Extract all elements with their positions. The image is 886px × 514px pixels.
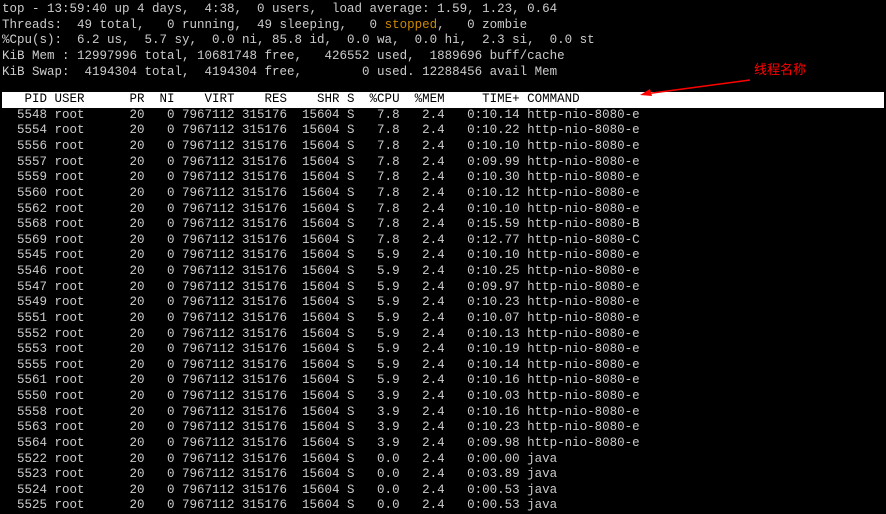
process-row[interactable]: 5554 root 20 0 7967112 315176 15604 S 7.… bbox=[2, 123, 884, 139]
stopped-label: stopped bbox=[385, 18, 438, 32]
process-row[interactable]: 5563 root 20 0 7967112 315176 15604 S 3.… bbox=[2, 420, 884, 436]
process-row[interactable]: 5545 root 20 0 7967112 315176 15604 S 5.… bbox=[2, 248, 884, 264]
process-row[interactable]: 5559 root 20 0 7967112 315176 15604 S 7.… bbox=[2, 170, 884, 186]
process-row[interactable]: 5551 root 20 0 7967112 315176 15604 S 5.… bbox=[2, 311, 884, 327]
process-table-body: 5548 root 20 0 7967112 315176 15604 S 7.… bbox=[2, 108, 884, 514]
threads-line: Threads: 49 total, 0 running, 49 sleepin… bbox=[2, 18, 884, 34]
process-row[interactable]: 5558 root 20 0 7967112 315176 15604 S 3.… bbox=[2, 405, 884, 421]
process-row[interactable]: 5549 root 20 0 7967112 315176 15604 S 5.… bbox=[2, 295, 884, 311]
mem-line: KiB Mem : 12997996 total, 10681748 free,… bbox=[2, 49, 884, 65]
process-row[interactable]: 5562 root 20 0 7967112 315176 15604 S 7.… bbox=[2, 202, 884, 218]
process-row[interactable]: 5525 root 20 0 7967112 315176 15604 S 0.… bbox=[2, 498, 884, 514]
swap-line: KiB Swap: 4194304 total, 4194304 free, 0… bbox=[2, 65, 884, 81]
process-row[interactable]: 5523 root 20 0 7967112 315176 15604 S 0.… bbox=[2, 467, 884, 483]
process-row[interactable]: 5556 root 20 0 7967112 315176 15604 S 7.… bbox=[2, 139, 884, 155]
process-row[interactable]: 5552 root 20 0 7967112 315176 15604 S 5.… bbox=[2, 327, 884, 343]
process-row[interactable]: 5560 root 20 0 7967112 315176 15604 S 7.… bbox=[2, 186, 884, 202]
process-row[interactable]: 5522 root 20 0 7967112 315176 15604 S 0.… bbox=[2, 452, 884, 468]
process-row[interactable]: 5564 root 20 0 7967112 315176 15604 S 3.… bbox=[2, 436, 884, 452]
top-summary-line: top - 13:59:40 up 4 days, 4:38, 0 users,… bbox=[2, 2, 884, 18]
process-row[interactable]: 5557 root 20 0 7967112 315176 15604 S 7.… bbox=[2, 155, 884, 171]
process-row[interactable]: 5553 root 20 0 7967112 315176 15604 S 5.… bbox=[2, 342, 884, 358]
process-row[interactable]: 5561 root 20 0 7967112 315176 15604 S 5.… bbox=[2, 373, 884, 389]
process-row[interactable]: 5568 root 20 0 7967112 315176 15604 S 7.… bbox=[2, 217, 884, 233]
column-header-row[interactable]: PID USER PR NI VIRT RES SHR S %CPU %MEM … bbox=[2, 92, 884, 108]
annotation-label: 线程名称 bbox=[754, 62, 806, 78]
process-row[interactable]: 5524 root 20 0 7967112 315176 15604 S 0.… bbox=[2, 483, 884, 499]
process-row[interactable]: 5550 root 20 0 7967112 315176 15604 S 3.… bbox=[2, 389, 884, 405]
process-row[interactable]: 5546 root 20 0 7967112 315176 15604 S 5.… bbox=[2, 264, 884, 280]
process-row[interactable]: 5555 root 20 0 7967112 315176 15604 S 5.… bbox=[2, 358, 884, 374]
process-row[interactable]: 5547 root 20 0 7967112 315176 15604 S 5.… bbox=[2, 280, 884, 296]
threads-post: , 0 zombie bbox=[437, 18, 527, 32]
cpu-line: %Cpu(s): 6.2 us, 5.7 sy, 0.0 ni, 85.8 id… bbox=[2, 33, 884, 49]
process-row[interactable]: 5569 root 20 0 7967112 315176 15604 S 7.… bbox=[2, 233, 884, 249]
threads-pre: Threads: 49 total, 0 running, 49 sleepin… bbox=[2, 18, 385, 32]
process-row[interactable]: 5548 root 20 0 7967112 315176 15604 S 7.… bbox=[2, 108, 884, 124]
